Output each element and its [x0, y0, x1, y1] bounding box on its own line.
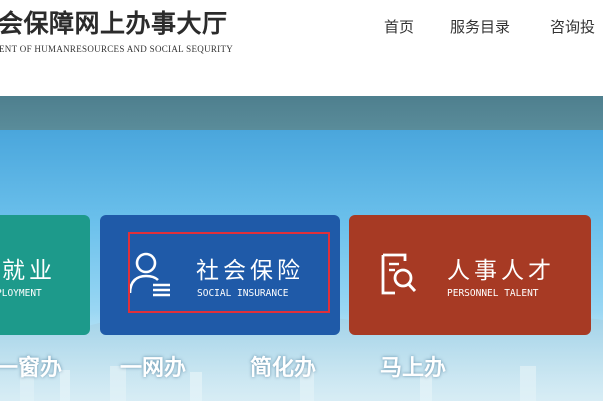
- card-personnel-talent-subtitle: PERSONNEL TALENT: [447, 288, 539, 299]
- nav-item-consult-complaint[interactable]: 咨询投: [550, 16, 595, 37]
- card-personnel-talent-title: 人事人才: [447, 258, 555, 284]
- selection-highlight-box: [128, 232, 330, 313]
- nav-item-home[interactable]: 首页: [384, 16, 414, 37]
- card-employment[interactable]: 就业 PLOYMENT: [0, 215, 90, 335]
- site-title: 会保障网上办事大厅: [0, 9, 228, 38]
- slogan-simplified: 简化办: [250, 356, 317, 381]
- site-header: 会保障网上办事大厅 ENT OF HUMANRESOURCES AND SOCI…: [0, 0, 603, 96]
- document-search-icon: [381, 253, 417, 295]
- nav-item-service-catalog[interactable]: 服务目录: [450, 16, 510, 37]
- card-employment-subtitle: PLOYMENT: [0, 288, 42, 299]
- banner-top-strip: [0, 96, 603, 130]
- slogan-one-window: 一窗办: [0, 356, 63, 381]
- card-personnel-talent[interactable]: 人事人才 PERSONNEL TALENT: [349, 215, 591, 335]
- card-employment-title: 就业: [2, 258, 56, 284]
- slogan-immediate: 马上办: [380, 356, 447, 381]
- slogan-one-network: 一网办: [120, 356, 187, 381]
- site-subtitle: ENT OF HUMANRESOURCES AND SOCIAL SEQURIT…: [0, 44, 234, 54]
